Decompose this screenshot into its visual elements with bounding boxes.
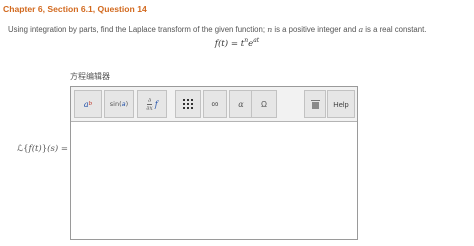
derivative-numerator: ∂ [146, 96, 153, 105]
trash-icon [310, 99, 320, 109]
superscript-button[interactable]: ab [74, 90, 102, 118]
infinity-button[interactable]: ∞ [203, 90, 227, 118]
question-text-part: is a real constant. [363, 25, 427, 34]
answer-func: f(t) [28, 144, 42, 154]
greek-uppercase-button[interactable]: Ω [251, 90, 277, 118]
matrix-icon [183, 99, 193, 109]
derivative-denominator: ∂x [146, 104, 153, 112]
question-text: Using integration by parts, find the Lap… [8, 25, 426, 34]
matrix-button[interactable] [175, 90, 201, 118]
trig-close: ) [125, 100, 129, 108]
answer-input-area[interactable] [71, 123, 357, 239]
formula-lhs: f(t) = [214, 38, 241, 49]
help-button[interactable]: Help [327, 90, 355, 118]
equation-editor-label: 方程编辑器 [70, 72, 110, 81]
partial-derivative-button[interactable]: ∂ ∂x f [137, 90, 167, 118]
derivative-fraction: ∂ ∂x [146, 97, 153, 112]
formula-exp-at: at [253, 37, 260, 44]
trig-function-button[interactable]: sin(a) [104, 90, 134, 118]
editor-toolbar: ab sin(a) ∂ ∂x f ∞ α Ω Help [71, 87, 357, 122]
answer-label: ℒ{f(t)}(s) = [17, 144, 68, 154]
trig-fn: sin( [109, 100, 122, 108]
superscript-exp: b [88, 101, 93, 107]
question-text-part: Using integration by parts, find the Lap… [8, 25, 268, 34]
chapter-title: Chapter 6, Section 6.1, Question 14 [3, 4, 147, 14]
derivative-f: f [154, 99, 158, 109]
equation-editor: ab sin(a) ∂ ∂x f ∞ α Ω Help [70, 86, 358, 240]
answer-arg: (s) = [47, 144, 68, 154]
question-text-part: is a positive integer and [272, 25, 359, 34]
given-function: f(t) = tneat [0, 37, 474, 49]
greek-lowercase-button[interactable]: α [229, 90, 253, 118]
clear-button[interactable] [304, 90, 326, 118]
